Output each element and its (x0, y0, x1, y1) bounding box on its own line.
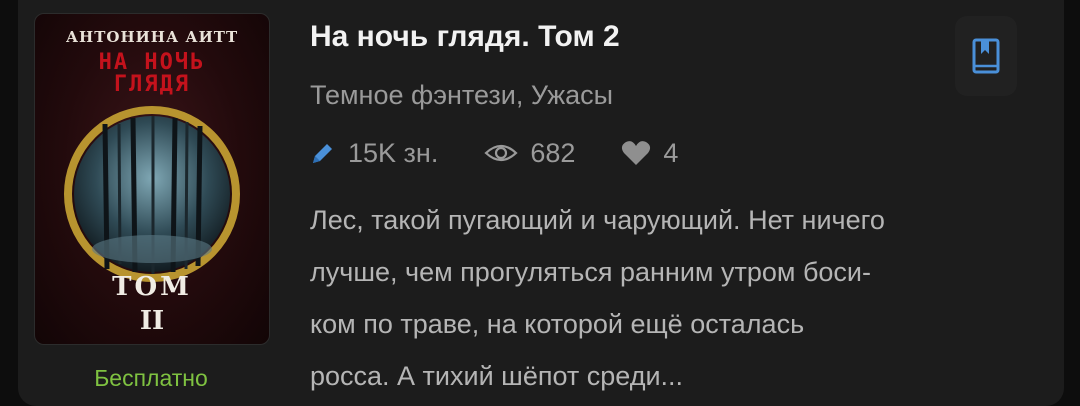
description-line: Лес, такой пугающий и чарующий. Нет ниче… (310, 205, 885, 235)
book-description[interactable]: Лес, такой пугающий и чарующий. Нет ниче… (310, 194, 1050, 402)
length-stat: 15K зн. (310, 138, 438, 169)
eye-icon (484, 144, 518, 162)
price-label: Бесплатно (94, 365, 208, 391)
likes-stat: 4 (621, 138, 678, 169)
cover-title-line-2: ГЛЯДЯ (113, 72, 191, 97)
cover-title: НА НОЧЬ ГЛЯДЯ (65, 52, 239, 96)
book-stats: 15K зн. 682 4 (310, 136, 724, 170)
pencil-icon (313, 144, 332, 163)
cover-volume-word: ТОМ (112, 272, 192, 302)
cover-volume-number: II (139, 306, 165, 336)
bookmark-button[interactable] (955, 16, 1017, 96)
description-line: лучше, чем прогуляться ранним утром боси… (310, 257, 872, 287)
book-title[interactable]: На ночь глядя. Том 2 (310, 20, 620, 54)
book-genres[interactable]: Темное фэнтези, Ужасы (310, 80, 613, 111)
likes-value: 4 (663, 137, 679, 168)
book-cover[interactable]: АНТОНИНА АИТТ НА НОЧЬ ГЛЯДЯ ТОМ II (34, 13, 270, 345)
heart-icon (622, 141, 651, 165)
bookmark-icon (972, 38, 1000, 74)
description-line: ком по траве, на которой ещё осталась (310, 309, 805, 339)
description-line: росса. А тихий шёпот среди... (310, 361, 684, 391)
cover-title-line-1: НА НОЧЬ (98, 50, 206, 75)
views-stat: 682 (484, 138, 575, 169)
views-value: 682 (530, 137, 576, 168)
length-value: 15K зн. (348, 137, 439, 168)
cover-author: АНТОНИНА АИТТ (65, 28, 239, 46)
